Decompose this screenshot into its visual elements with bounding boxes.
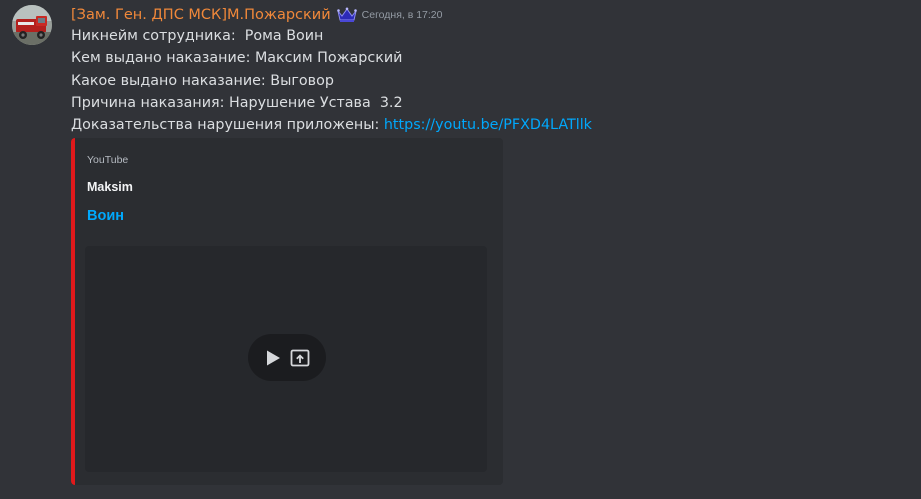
youtube-link[interactable]: https://youtu.be/PFXD4LATllk xyxy=(384,117,592,133)
embed-accent-bar xyxy=(71,138,75,485)
avatar[interactable] xyxy=(12,5,52,45)
play-icon[interactable] xyxy=(264,349,282,367)
message-content: Никнейм сотрудника: Рома Воин Кем выдано… xyxy=(71,25,592,136)
message-line-evidence: Доказательства нарушения приложены: http… xyxy=(71,114,592,136)
youtube-embed: YouTube Maksim Воин xyxy=(71,138,503,485)
message-timestamp: Сегодня, в 17:20 xyxy=(361,9,443,21)
embed-provider[interactable]: YouTube xyxy=(87,154,128,166)
video-thumbnail[interactable] xyxy=(85,246,487,472)
video-controls[interactable] xyxy=(248,334,326,381)
message-line: Кем выдано наказание: Максим Пожарский xyxy=(71,50,403,67)
message-header: [Зам. Ген. ДПС МСК]М.Пожарский Сегодня, … xyxy=(71,4,443,26)
evidence-label: Доказательства нарушения приложены: xyxy=(71,117,384,134)
username[interactable]: [Зам. Ген. ДПС МСК]М.Пожарский xyxy=(71,7,331,23)
embed-title[interactable]: Воин xyxy=(87,208,124,224)
message-line: Какое выдано наказание: Выговор xyxy=(71,72,334,89)
embed-author[interactable]: Maksim xyxy=(87,180,133,194)
crown-icon xyxy=(336,7,357,23)
message-line: Никнейм сотрудника: Рома Воин xyxy=(71,28,324,44)
message-line: Причина наказания: Нарушение Устава 3.2 xyxy=(71,94,403,111)
open-external-icon[interactable] xyxy=(290,349,310,367)
chat-message: [Зам. Ген. ДПС МСК]М.Пожарский Сегодня, … xyxy=(0,0,921,499)
